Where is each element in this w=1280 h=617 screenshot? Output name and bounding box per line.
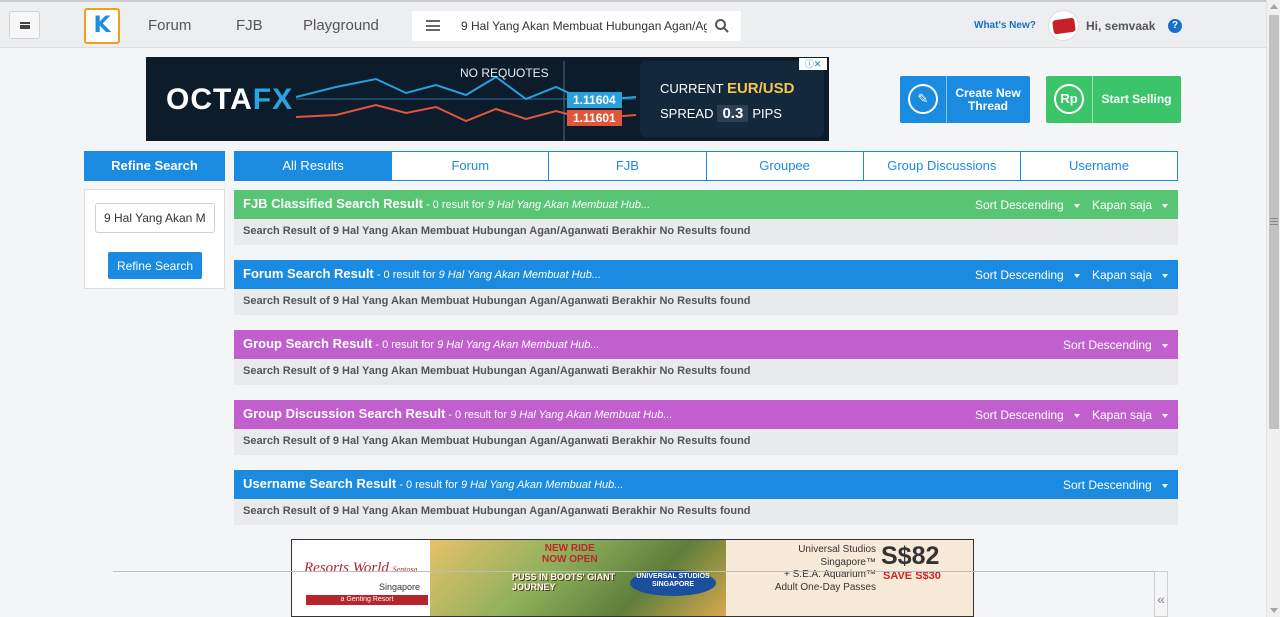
user-avatar[interactable]: [1048, 10, 1079, 41]
result-title: Username Search Result: [243, 476, 397, 491]
tab-username[interactable]: Username: [1019, 152, 1177, 180]
pencil-icon: ✎: [908, 84, 938, 114]
spread-panel: CURRENT EUR/USD SPREAD 0.3 PIPS: [640, 61, 824, 137]
group-discussion-result-header: Group Discussion Search Result - 0 resul…: [234, 400, 1178, 429]
time-dropdown[interactable]: Kapan saja: [1092, 408, 1169, 422]
tab-groupee[interactable]: Groupee: [705, 152, 863, 180]
chevron-down-icon: [1162, 273, 1169, 278]
chevron-down-icon: [1161, 483, 1168, 488]
header-search-box: 9 Hal Yang Akan Membuat Hubungan Agan/Ag…: [412, 11, 741, 41]
result-title: Group Discussion Search Result: [243, 406, 446, 421]
logo-k-icon: K: [93, 13, 111, 38]
sort-dropdown[interactable]: Sort Descending: [975, 268, 1080, 282]
refine-search-title: Refine Search: [84, 151, 225, 181]
refine-search-button[interactable]: Refine Search: [108, 252, 202, 279]
no-results-message: Search Result of 9 Hal Yang Akan Membuat…: [243, 295, 751, 307]
scrollbar-grip-icon: [1270, 218, 1278, 225]
no-results-message: Search Result of 9 Hal Yang Akan Membuat…: [243, 435, 751, 447]
group-result-body: Search Result of 9 Hal Yang Akan Membuat…: [234, 359, 1178, 385]
universal-studios-logo: UNIVERSAL STUDIOS SINGAPORE: [630, 570, 716, 596]
result-title: FJB Classified Search Result: [243, 196, 423, 211]
sort-dropdown[interactable]: Sort Descending: [1063, 338, 1168, 352]
current-pair-label: CURRENT EUR/USD: [660, 80, 795, 97]
chevron-down-icon: [1073, 273, 1080, 278]
price-bid: 1.11601: [567, 110, 622, 126]
sort-dropdown[interactable]: Sort Descending: [975, 198, 1080, 212]
chevron-down-icon: [1073, 203, 1080, 208]
ad-price: S$82: [881, 542, 940, 570]
scroll-up-arrow-icon[interactable]: [1270, 4, 1278, 9]
avatar-image: [1051, 17, 1076, 34]
username-result-body: Search Result of 9 Hal Yang Akan Membuat…: [234, 499, 1178, 525]
fjb-result-body: Search Result of 9 Hal Yang Akan Membuat…: [234, 219, 1178, 245]
spread-label: SPREAD 0.3 PIPS: [660, 105, 782, 122]
tab-fjb[interactable]: FJB: [548, 152, 705, 180]
resorts-world-logo: Resorts World Sentosa: [304, 560, 418, 576]
sort-dropdown[interactable]: Sort Descending: [1063, 478, 1168, 492]
sort-dropdown[interactable]: Sort Descending: [975, 408, 1080, 422]
tab-group-discussions[interactable]: Group Discussions: [862, 152, 1020, 180]
no-results-message: Search Result of 9 Hal Yang Akan Membuat…: [243, 365, 751, 377]
no-results-message: Search Result of 9 Hal Yang Akan Membuat…: [243, 225, 751, 237]
collapse-ad-button[interactable]: «: [1154, 571, 1168, 617]
nav-forum-link[interactable]: Forum: [148, 17, 191, 34]
rupiah-icon: Rp: [1054, 84, 1084, 114]
group-result-header: Group Search Result - 0 result for 9 Hal…: [234, 330, 1178, 359]
chevron-down-icon: [1162, 413, 1169, 418]
octafx-ad-banner[interactable]: OCTAFX NO REQUOTES 1.11604 1.11601 CURRE…: [146, 57, 829, 141]
ride-name-label: PUSS IN BOOTS' GIANT JOURNEY: [512, 572, 616, 592]
octafx-logo: OCTAFX: [166, 83, 294, 116]
user-greeting[interactable]: Hi, semvaak: [1086, 19, 1155, 33]
header-search-input[interactable]: 9 Hal Yang Akan Membuat Hubungan Agan/Ag…: [461, 19, 707, 33]
no-requotes-label: NO REQUOTES: [460, 66, 549, 80]
result-tabs: All Results Forum FJB Groupee Group Disc…: [234, 151, 1178, 181]
hamburger-menu-button[interactable]: [9, 11, 40, 39]
new-ride-label: NEW RIDE NOW OPEN: [542, 543, 598, 565]
vertical-scrollbar[interactable]: [1266, 0, 1280, 617]
kaskus-logo[interactable]: K: [84, 8, 120, 44]
result-title: Forum Search Result: [243, 266, 374, 281]
universal-studios-ad-banner[interactable]: Resorts World Sentosa Singapore a Gentin…: [291, 539, 974, 617]
nav-playground-link[interactable]: Playground: [303, 17, 379, 34]
username-result-header: Username Search Result - 0 result for 9 …: [234, 470, 1178, 499]
whats-new-link[interactable]: What's New?: [974, 20, 1036, 31]
ad-offer-panel: Universal Studios Singapore™ + S.E.A. Aqu…: [726, 540, 973, 616]
start-selling-button[interactable]: Rp Start Selling: [1046, 76, 1181, 123]
search-icon[interactable]: [714, 18, 730, 34]
price-ask: 1.11604: [567, 92, 622, 108]
chevron-down-icon: [1161, 343, 1168, 348]
time-dropdown[interactable]: Kapan saja: [1092, 198, 1169, 212]
refine-search-panel: Refine Search: [84, 189, 225, 289]
tab-all-results[interactable]: All Results: [235, 152, 392, 180]
scroll-down-arrow-icon[interactable]: [1270, 608, 1278, 613]
help-icon[interactable]: ?: [1168, 19, 1182, 33]
ad-choices-icon[interactable]: ⓘ✕: [799, 58, 827, 70]
forum-result-body: Search Result of 9 Hal Yang Akan Membuat…: [234, 289, 1178, 315]
chevron-down-icon: [1073, 413, 1080, 418]
create-new-thread-button[interactable]: ✎ Create New Thread: [900, 76, 1030, 123]
group-discussion-result-body: Search Result of 9 Hal Yang Akan Membuat…: [234, 429, 1178, 455]
time-dropdown[interactable]: Kapan saja: [1092, 268, 1169, 282]
nav-fjb-link[interactable]: FJB: [236, 17, 263, 34]
no-results-message: Search Result of 9 Hal Yang Akan Membuat…: [243, 505, 751, 517]
forum-result-header: Forum Search Result - 0 result for 9 Hal…: [234, 260, 1178, 289]
result-title: Group Search Result: [243, 336, 373, 351]
top-navbar: K Forum FJB Playground 9 Hal Yang Akan M…: [0, 0, 1266, 48]
search-category-menu-icon[interactable]: [426, 20, 440, 31]
refine-search-input[interactable]: [95, 203, 215, 233]
fjb-result-header: FJB Classified Search Result - 0 result …: [234, 190, 1178, 219]
tab-forum[interactable]: Forum: [391, 152, 548, 180]
chevron-down-icon: [1162, 203, 1169, 208]
sticky-ad-divider: [113, 571, 1154, 572]
hamburger-icon: [19, 21, 30, 29]
